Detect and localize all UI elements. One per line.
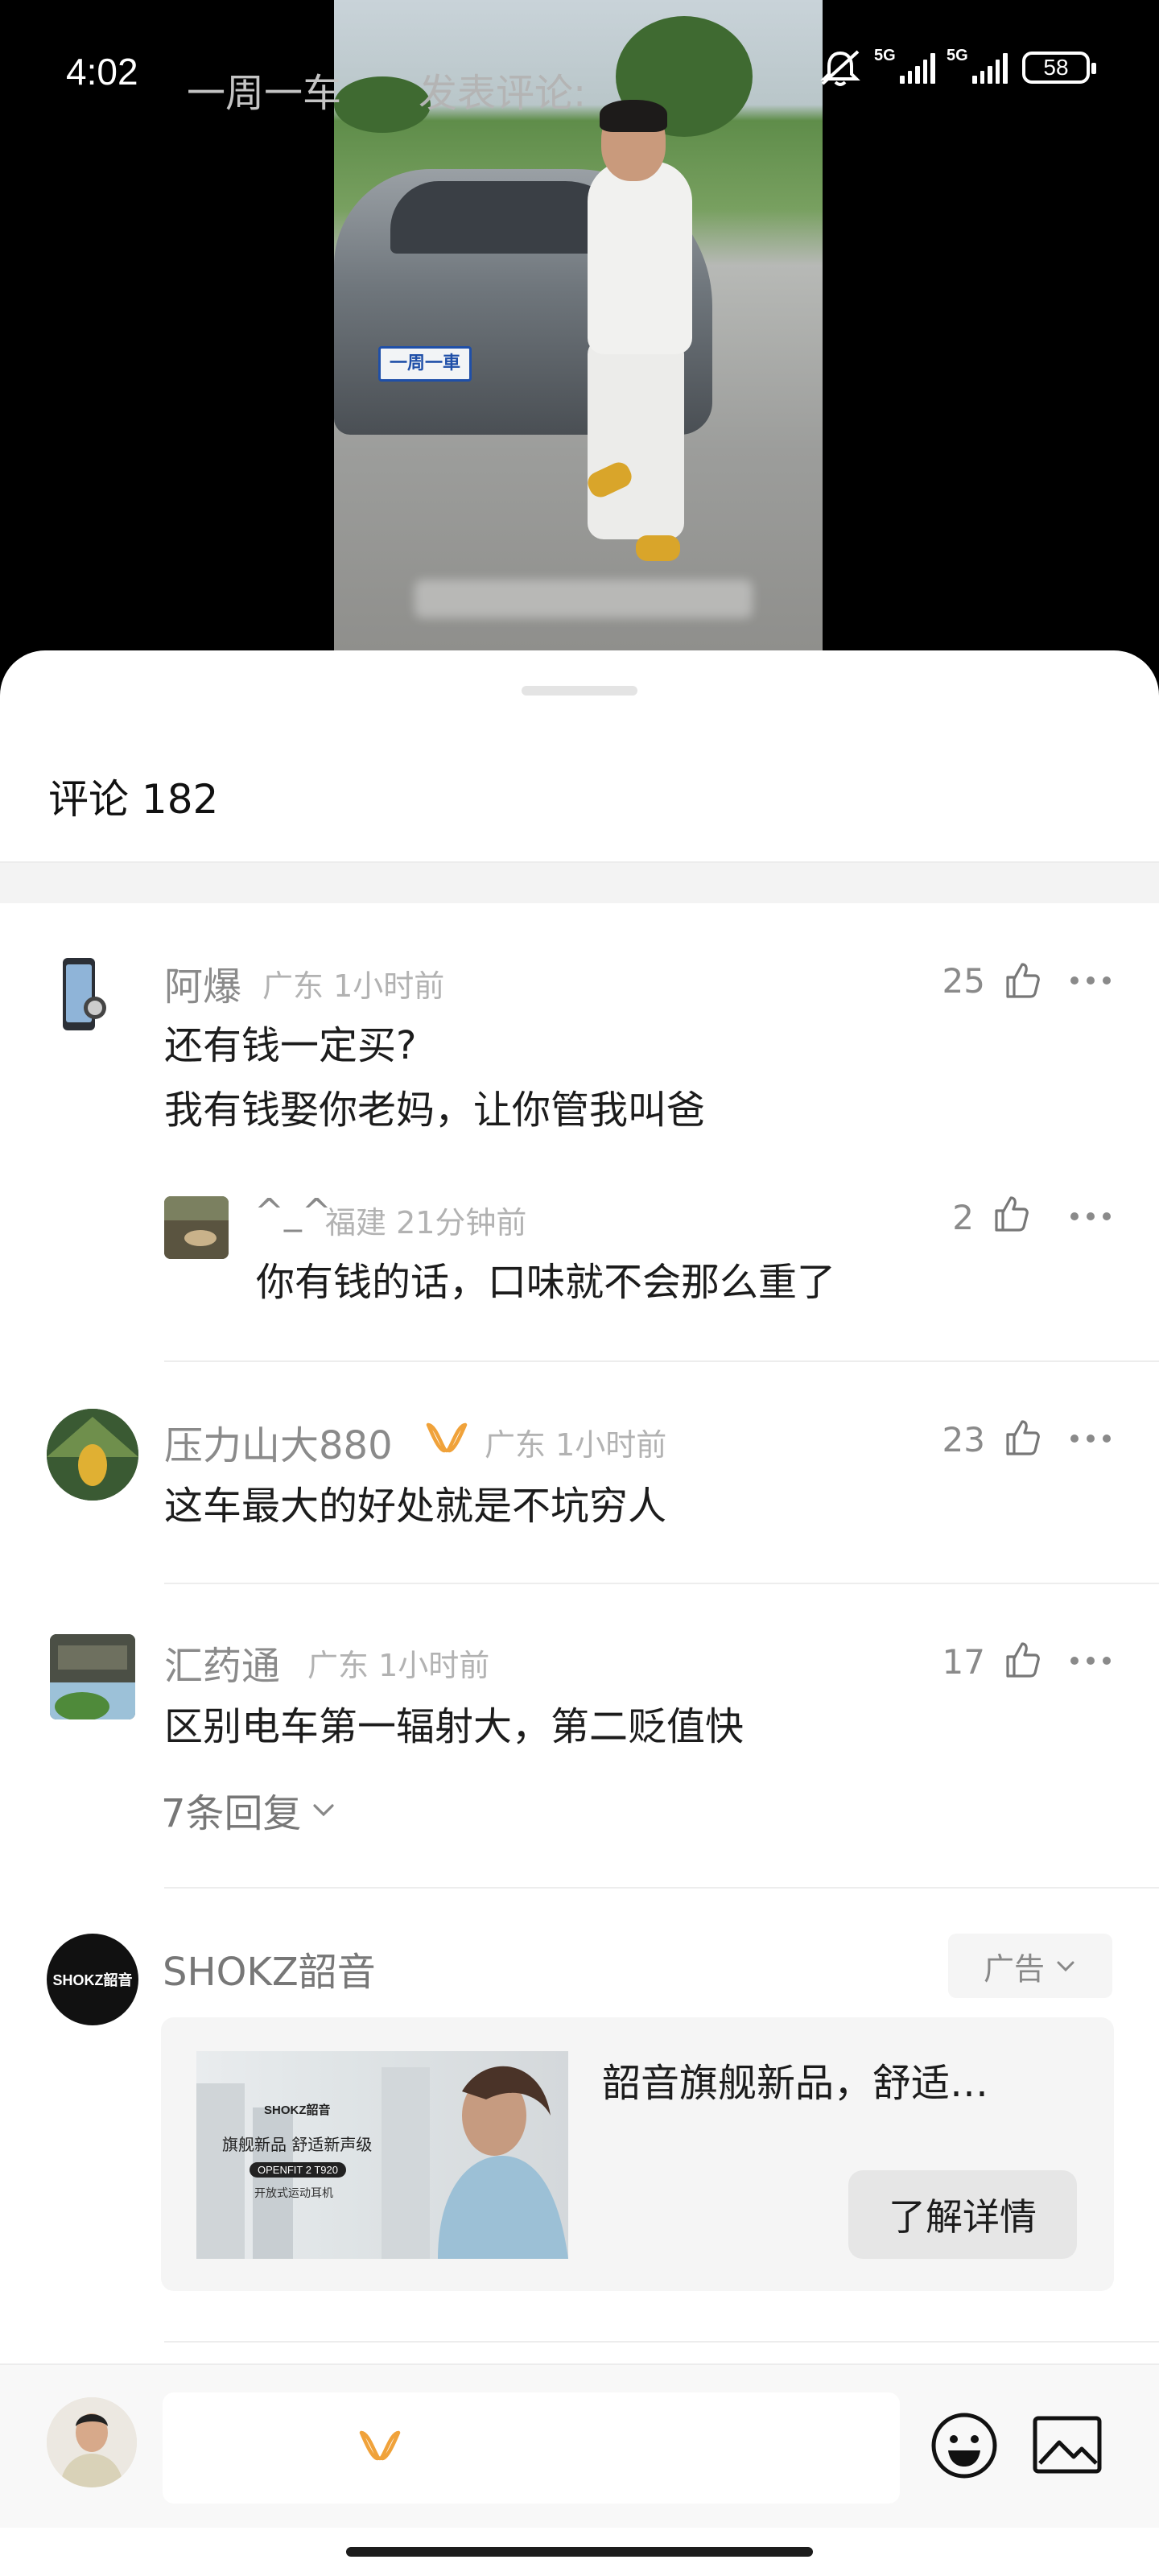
avatar-image (50, 1634, 135, 1719)
network-type-label: 5G (947, 47, 968, 64)
comment-input[interactable] (163, 2392, 900, 2504)
thumbs-up-icon[interactable] (1003, 1418, 1041, 1457)
input-user-name: 一周一车 (187, 71, 342, 116)
view-replies-button[interactable]: 7条回复 (161, 1784, 337, 1836)
ad-image-sub: 开放式运动耳机 (254, 2187, 333, 2200)
comment-meta: 广东 1小时前 (262, 968, 445, 1004)
advertiser-logo-text: SHOKZ韶音 (52, 1972, 133, 1988)
section-divider (0, 861, 1159, 903)
comment-text: 还有钱一定买? (164, 1023, 417, 1068)
ad-tag-button[interactable]: 广告 (948, 1934, 1112, 1998)
comment-username[interactable]: 汇药通 (164, 1634, 280, 1690)
chevron-down-icon (312, 1804, 334, 1817)
ad-image-brand: SHOKZ韶音 (264, 2103, 331, 2117)
avatar[interactable] (50, 1634, 135, 1719)
avatar-image (47, 2397, 137, 2487)
comment-input-placeholder: 发表评论: (419, 71, 587, 116)
comment-divider (164, 1360, 1159, 1362)
vip-badge-icon (359, 2430, 401, 2461)
comment-divider (164, 2341, 1159, 2343)
home-indicator[interactable] (346, 2547, 813, 2557)
avatar-image (63, 958, 106, 1030)
ad-image[interactable]: SHOKZ韶音 旗舰新品 舒适新声级 OPENFIT 2 T920 开放式运动耳… (196, 2051, 568, 2259)
thumbs-up-icon[interactable] (992, 1195, 1030, 1233)
avatar[interactable] (47, 1409, 138, 1501)
like-count: 25 (942, 961, 985, 1001)
thumbs-up-icon[interactable] (1003, 1641, 1041, 1679)
avatar[interactable] (164, 1196, 229, 1259)
reply-count-label: 7条回复 (161, 1791, 302, 1836)
more-options-icon[interactable] (1070, 1435, 1111, 1444)
video-person-legs (588, 338, 684, 539)
comments-title: 评论 182 (48, 776, 219, 823)
advertiser-logo[interactable]: SHOKZ韶音 (47, 1934, 138, 2025)
like-count: 17 (942, 1642, 985, 1682)
reply-meta: 福建 21分钟前 (325, 1205, 527, 1241)
avatar[interactable] (47, 2397, 137, 2487)
comment-text: 这车最大的好处就是不坑穷人 (164, 1484, 667, 1529)
chevron-down-icon (1057, 1961, 1074, 1972)
avatar[interactable] (60, 952, 106, 1040)
like-count: 2 (952, 1198, 974, 1237)
more-options-icon[interactable] (1070, 1657, 1111, 1666)
advertiser-name[interactable]: SHOKZ韶音 (163, 1940, 376, 1996)
comment-text: 区别电车第一辐射大，第二贬值快 (164, 1704, 744, 1749)
comment-divider (164, 1887, 1159, 1889)
signal-icon: 5G (874, 47, 935, 84)
avatar-image (47, 1409, 138, 1501)
comment-text: 我有钱娶你老妈，让你管我叫爸 (164, 1088, 706, 1133)
sheet-drag-handle[interactable] (522, 686, 637, 696)
video-tree (334, 76, 431, 133)
battery-icon: 58 (1022, 52, 1096, 84)
ad-image-headline: 旗舰新品 舒适新声级 (222, 2135, 373, 2154)
learn-more-button[interactable]: 了解详情 (848, 2170, 1077, 2259)
video-caption-blurred (415, 580, 753, 618)
avatar-image (164, 1196, 229, 1259)
ad-image-scene (196, 2066, 568, 2259)
reply-text: 你有钱的话，口味就不会那么重了 (256, 1260, 836, 1305)
signal-icon: 5G (947, 47, 1008, 84)
video-person-body (588, 161, 692, 354)
more-options-icon[interactable] (1070, 976, 1111, 986)
video-license-plate: 一周一車 (378, 346, 472, 382)
network-type-label: 5G (874, 47, 896, 64)
video-person-hair (600, 100, 667, 132)
comment-username[interactable]: 压力山大880 (164, 1414, 393, 1470)
ad-image-model: OPENFIT 2 T920 (250, 2162, 346, 2178)
reply-username[interactable]: ^_^ (254, 1191, 332, 1232)
more-options-icon[interactable] (1070, 1212, 1111, 1222)
ad-title[interactable]: 韶音旗舰新品，舒适… (602, 2051, 988, 2107)
like-count: 23 (942, 1420, 985, 1459)
image-icon[interactable] (1032, 2413, 1103, 2478)
comment-meta: 广东 1小时前 (307, 1648, 490, 1683)
emoji-icon[interactable] (929, 2410, 1000, 2481)
comment-meta: 广东 1小时前 (485, 1427, 667, 1463)
vip-badge-icon (426, 1422, 468, 1453)
comment-username[interactable]: 阿爆 (164, 955, 241, 1011)
mute-icon (820, 50, 860, 86)
thumbs-up-icon[interactable] (1003, 961, 1041, 1000)
ad-tag-label: 广告 (983, 1951, 1045, 1987)
comment-divider (164, 1583, 1159, 1584)
video-shoe (636, 535, 680, 561)
status-icons: 5G 5G 58 (818, 47, 1096, 87)
status-time: 4:02 (66, 51, 138, 93)
